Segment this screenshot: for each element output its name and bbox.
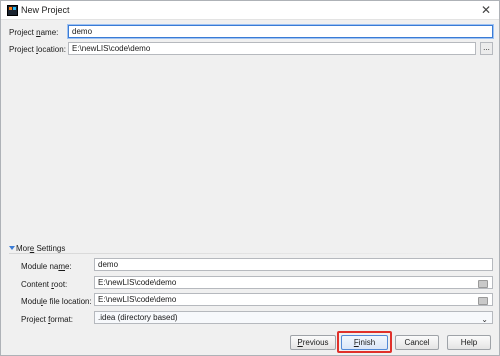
title-bar: New Project ✕ [1, 1, 499, 20]
help-button[interactable]: Help [447, 335, 491, 350]
project-location-input[interactable]: E:\newLIS\code\demo [68, 42, 476, 55]
label-part: oot: [53, 280, 68, 289]
folder-icon[interactable] [478, 297, 488, 305]
label-part: e: [65, 262, 72, 271]
previous-button[interactable]: Previous [290, 335, 336, 350]
close-icon[interactable]: ✕ [480, 4, 492, 16]
collapse-arrow-icon[interactable] [9, 246, 15, 250]
label-part: Module na [21, 262, 59, 271]
content-root-value: E:\newLIS\code\demo [98, 278, 177, 287]
project-format-select[interactable]: .idea (directory based) ⌄ [94, 311, 493, 324]
label-part: ocation: [37, 45, 66, 54]
more-settings-toggle[interactable]: More Settings [16, 244, 65, 253]
content-root-label: Content root: [21, 280, 67, 289]
project-format-label: Project format: [21, 315, 73, 324]
new-project-dialog: New Project ✕ Project name: demo Project… [0, 0, 500, 356]
label-part: Settings [34, 244, 66, 253]
module-file-location-label: Module file location: [21, 297, 92, 306]
browse-location-button[interactable]: ... [480, 42, 493, 55]
label-part: Mor [16, 244, 30, 253]
divider [9, 253, 493, 254]
label-part: Content [21, 280, 52, 289]
project-format-value: .idea (directory based) [98, 313, 178, 322]
button-label: revious [302, 338, 329, 347]
content-root-input[interactable]: E:\newLIS\code\demo [94, 276, 493, 289]
module-file-location-value: E:\newLIS\code\demo [98, 295, 177, 304]
label-part: Project [9, 45, 37, 54]
label-part: ormat: [50, 315, 74, 324]
intellij-idea-icon [7, 5, 18, 16]
project-name-label: Project name: [9, 28, 58, 37]
project-location-label: Project location: [9, 45, 66, 54]
module-file-location-input[interactable]: E:\newLIS\code\demo [94, 293, 493, 306]
module-name-input[interactable]: demo [94, 258, 493, 271]
project-name-input[interactable]: demo [68, 25, 493, 38]
cancel-button[interactable]: Cancel [395, 335, 439, 350]
label-part: Modu [21, 297, 42, 306]
finish-highlight-box [337, 331, 392, 353]
module-name-label: Module name: [21, 262, 72, 271]
window-title: New Project [21, 5, 70, 15]
label-part: Project [9, 28, 37, 37]
label-part: ame: [40, 28, 59, 37]
label-part: e file location: [42, 297, 92, 306]
label-part: Project [21, 315, 49, 324]
folder-icon[interactable] [478, 280, 488, 288]
chevron-down-icon[interactable]: ⌄ [481, 314, 488, 325]
